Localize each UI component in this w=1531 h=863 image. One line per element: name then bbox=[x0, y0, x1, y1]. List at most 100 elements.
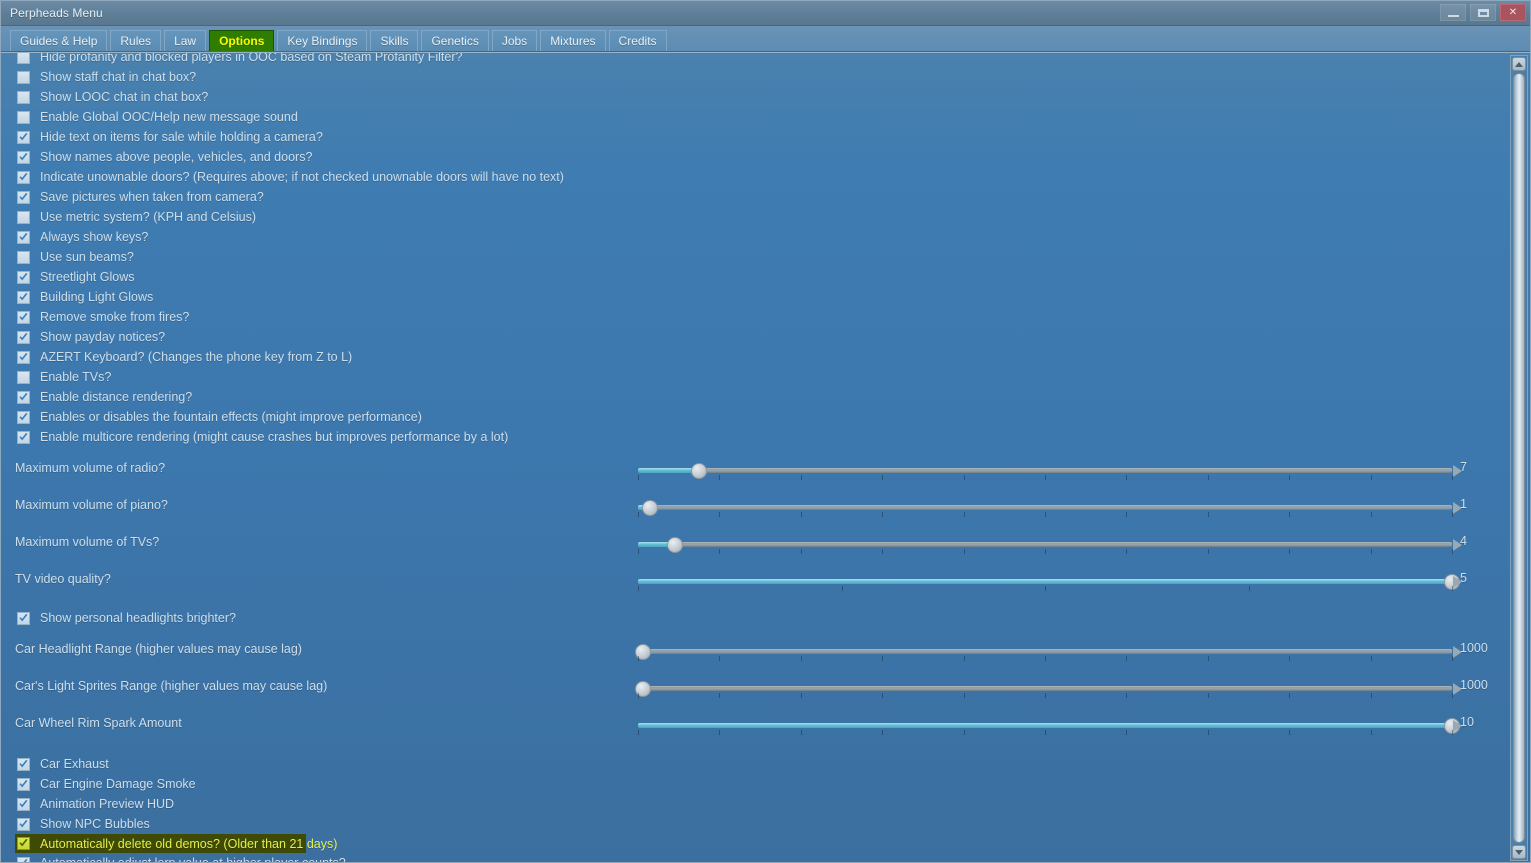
checkbox-checked-icon[interactable] bbox=[17, 857, 30, 863]
slider-control[interactable] bbox=[638, 574, 1452, 590]
checkbox-checked-icon[interactable] bbox=[17, 612, 30, 625]
option-label: Show payday notices? bbox=[40, 330, 165, 344]
checkbox-checked-icon[interactable] bbox=[17, 431, 30, 444]
slider-row-car-2: Car Wheel Rim Spark Amount10 bbox=[1, 710, 1508, 747]
tab-jobs[interactable]: Jobs bbox=[492, 30, 537, 51]
checkbox-checked-icon[interactable] bbox=[17, 271, 30, 284]
slider-track[interactable] bbox=[638, 542, 1452, 547]
checkbox-unchecked-icon[interactable] bbox=[17, 211, 30, 224]
option-row-top-17[interactable]: Enable distance rendering? bbox=[1, 387, 1508, 407]
option-row-top-4[interactable]: Hide text on items for sale while holdin… bbox=[1, 127, 1508, 147]
option-row-top-16[interactable]: Enable TVs? bbox=[1, 367, 1508, 387]
tab-options[interactable]: Options bbox=[209, 30, 274, 51]
slider-label: TV video quality? bbox=[15, 572, 111, 586]
tab-skills[interactable]: Skills bbox=[370, 30, 418, 51]
tab-mixtures[interactable]: Mixtures bbox=[540, 30, 605, 51]
checkbox-checked-icon[interactable] bbox=[17, 171, 30, 184]
checkbox-checked-icon[interactable] bbox=[17, 778, 30, 791]
option-row-top-2[interactable]: Show LOOC chat in chat box? bbox=[1, 87, 1508, 107]
slider-control[interactable] bbox=[638, 644, 1452, 660]
option-row-headlights-brighter[interactable]: Show personal headlights brighter? bbox=[1, 608, 1508, 628]
checkbox-unchecked-icon[interactable] bbox=[17, 71, 30, 84]
tab-rules[interactable]: Rules bbox=[110, 30, 161, 51]
slider-control[interactable] bbox=[638, 718, 1452, 734]
slider-row-audio-3: TV video quality?5 bbox=[1, 566, 1508, 603]
option-row-bottom-5[interactable]: Automatically adjust lerp value at highe… bbox=[1, 853, 1508, 863]
checkbox-checked-icon[interactable] bbox=[17, 818, 30, 831]
tab-bar: Guides & Help Rules Law Options Key Bind… bbox=[1, 26, 1530, 52]
minimize-button[interactable] bbox=[1440, 4, 1466, 21]
checkbox-checked-icon[interactable] bbox=[17, 391, 30, 404]
checkbox-unchecked-icon[interactable] bbox=[17, 371, 30, 384]
option-row-top-1[interactable]: Show staff chat in chat box? bbox=[1, 67, 1508, 87]
checkbox-checked-icon[interactable] bbox=[17, 798, 30, 811]
slider-value: 1000 bbox=[1460, 641, 1488, 655]
option-row-top-13[interactable]: Remove smoke from fires? bbox=[1, 307, 1508, 327]
slider-control[interactable] bbox=[638, 537, 1452, 553]
option-row-top-11[interactable]: Streetlight Glows bbox=[1, 267, 1508, 287]
slider-control[interactable] bbox=[638, 463, 1452, 479]
option-row-top-14[interactable]: Show payday notices? bbox=[1, 327, 1508, 347]
option-row-top-19[interactable]: Enable multicore rendering (might cause … bbox=[1, 427, 1508, 447]
checkbox-unchecked-icon[interactable] bbox=[17, 91, 30, 104]
checkbox-checked-icon[interactable] bbox=[17, 411, 30, 424]
option-row-top-10[interactable]: Use sun beams? bbox=[1, 247, 1508, 267]
option-row-bottom-1[interactable]: Car Engine Damage Smoke bbox=[1, 774, 1508, 794]
option-row-top-3[interactable]: Enable Global OOC/Help new message sound bbox=[1, 107, 1508, 127]
checkbox-unchecked-icon[interactable] bbox=[17, 52, 30, 64]
window-titlebar[interactable]: Perpheads Menu ✕ bbox=[1, 1, 1530, 26]
checkbox-checked-icon[interactable] bbox=[17, 191, 30, 204]
checkbox-checked-icon[interactable] bbox=[17, 231, 30, 244]
checkbox-unchecked-icon[interactable] bbox=[17, 251, 30, 264]
checkbox-checked-icon[interactable] bbox=[17, 351, 30, 364]
close-button[interactable]: ✕ bbox=[1500, 4, 1526, 21]
option-row-bottom-2[interactable]: Animation Preview HUD bbox=[1, 794, 1508, 814]
option-row-top-12[interactable]: Building Light Glows bbox=[1, 287, 1508, 307]
option-label: Automatically adjust lerp value at highe… bbox=[40, 856, 346, 863]
maximize-button[interactable] bbox=[1470, 4, 1496, 21]
tab-genetics[interactable]: Genetics bbox=[421, 30, 488, 51]
option-row-bottom-4[interactable]: Automatically delete old demos? (Older t… bbox=[15, 834, 306, 853]
option-label: Remove smoke from fires? bbox=[40, 310, 189, 324]
option-row-top-9[interactable]: Always show keys? bbox=[1, 227, 1508, 247]
scroll-down-button[interactable] bbox=[1512, 845, 1526, 859]
slider-control[interactable] bbox=[638, 500, 1452, 516]
option-row-bottom-3[interactable]: Show NPC Bubbles bbox=[1, 814, 1508, 834]
slider-track[interactable] bbox=[638, 686, 1452, 691]
tab-key-bindings[interactable]: Key Bindings bbox=[277, 30, 367, 51]
checkbox-checked-icon[interactable] bbox=[17, 151, 30, 164]
option-row-top-5[interactable]: Show names above people, vehicles, and d… bbox=[1, 147, 1508, 167]
checkbox-unchecked-icon[interactable] bbox=[17, 111, 30, 124]
option-row-top-7[interactable]: Save pictures when taken from camera? bbox=[1, 187, 1508, 207]
slider-control[interactable] bbox=[638, 681, 1452, 697]
slider-track[interactable] bbox=[638, 649, 1452, 654]
slider-row-audio-1: Maximum volume of piano?1 bbox=[1, 492, 1508, 529]
checkbox-checked-icon[interactable] bbox=[17, 837, 30, 850]
slider-track[interactable] bbox=[638, 468, 1452, 473]
slider-ticks bbox=[638, 475, 1452, 481]
tab-guides-help[interactable]: Guides & Help bbox=[10, 30, 107, 51]
tab-law[interactable]: Law bbox=[164, 30, 206, 51]
vertical-scrollbar[interactable] bbox=[1510, 55, 1528, 861]
checkbox-checked-icon[interactable] bbox=[17, 291, 30, 304]
option-row-top-8[interactable]: Use metric system? (KPH and Celsius) bbox=[1, 207, 1508, 227]
checkbox-checked-icon[interactable] bbox=[17, 758, 30, 771]
option-row-top-18[interactable]: Enables or disables the fountain effects… bbox=[1, 407, 1508, 427]
option-row-bottom-0[interactable]: Car Exhaust bbox=[1, 754, 1508, 774]
slider-track[interactable] bbox=[638, 505, 1452, 510]
checkbox-checked-icon[interactable] bbox=[17, 311, 30, 324]
option-row-top-15[interactable]: AZERT Keyboard? (Changes the phone key f… bbox=[1, 347, 1508, 367]
checkbox-checked-icon[interactable] bbox=[17, 131, 30, 144]
option-row-top-0[interactable]: Hide profanity and blocked players in OO… bbox=[1, 52, 1508, 67]
tab-credits[interactable]: Credits bbox=[609, 30, 667, 51]
slider-row-audio-2: Maximum volume of TVs?4 bbox=[1, 529, 1508, 566]
scroll-up-button[interactable] bbox=[1512, 57, 1526, 71]
checkbox-checked-icon[interactable] bbox=[17, 331, 30, 344]
option-row-top-6[interactable]: Indicate unownable doors? (Requires abov… bbox=[1, 167, 1508, 187]
close-icon: ✕ bbox=[1509, 8, 1517, 18]
option-label: Hide text on items for sale while holdin… bbox=[40, 130, 323, 144]
slider-value: 10 bbox=[1460, 715, 1474, 729]
slider-row-audio-0: Maximum volume of radio?7 bbox=[1, 455, 1508, 492]
slider-label: Maximum volume of piano? bbox=[15, 498, 168, 512]
scrollbar-thumb[interactable] bbox=[1513, 73, 1525, 843]
